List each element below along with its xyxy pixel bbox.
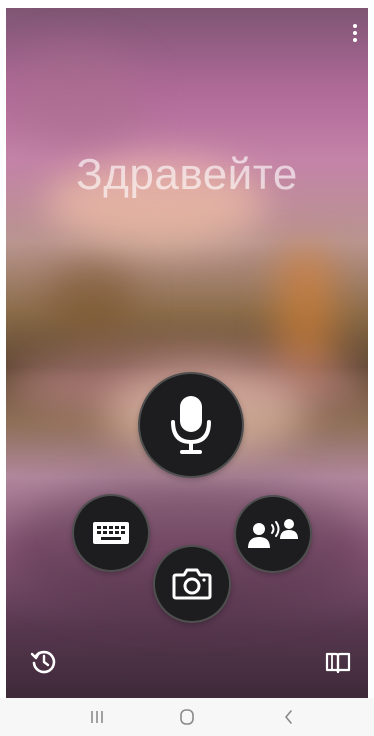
menu-dot xyxy=(353,38,357,42)
conversation-icon xyxy=(248,519,298,548)
background-glow xyxy=(6,48,146,148)
camera-icon xyxy=(172,568,212,600)
menu-dot xyxy=(353,24,357,28)
microphone-icon xyxy=(171,396,211,454)
camera-button[interactable] xyxy=(153,545,231,623)
history-icon[interactable] xyxy=(30,648,58,676)
microphone-button[interactable] xyxy=(138,372,244,478)
system-navigation-bar xyxy=(0,698,374,736)
blurred-background: Здравейте xyxy=(6,8,368,698)
home-icon[interactable] xyxy=(175,706,199,728)
menu-dot xyxy=(353,31,357,35)
background-glow xyxy=(46,263,136,333)
back-icon[interactable] xyxy=(277,706,301,728)
conversation-button[interactable] xyxy=(234,495,312,573)
keyboard-icon xyxy=(93,522,129,544)
more-vert-icon[interactable] xyxy=(348,22,362,44)
translator-screen: Здравейте xyxy=(0,0,374,736)
phrasebook-icon[interactable] xyxy=(324,648,352,676)
keyboard-button[interactable] xyxy=(72,494,150,572)
greeting-text: Здравейте xyxy=(76,150,298,199)
recents-icon[interactable] xyxy=(85,706,109,728)
